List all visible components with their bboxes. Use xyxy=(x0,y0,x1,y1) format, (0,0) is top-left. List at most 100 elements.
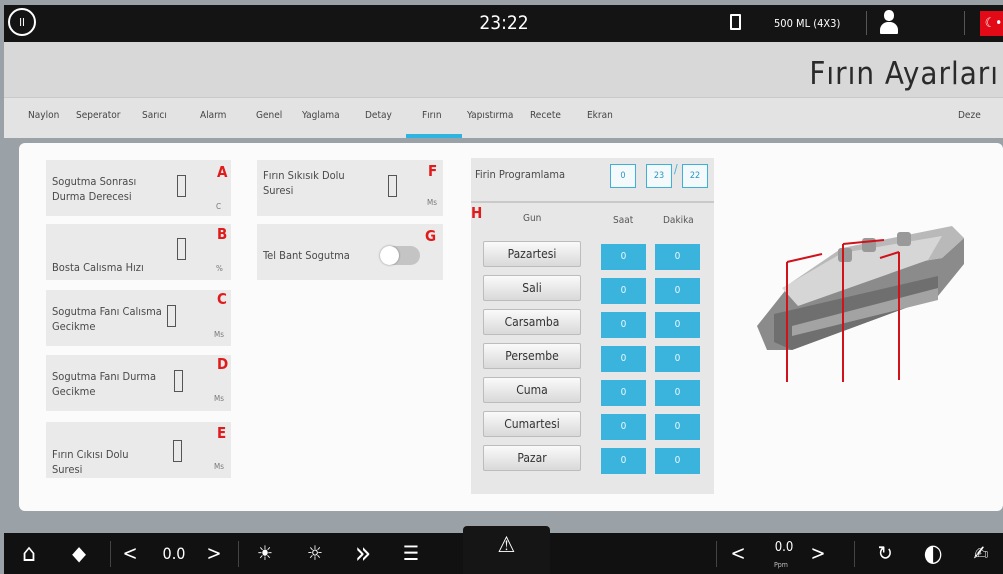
oven-illustration xyxy=(757,226,964,382)
menu-icon[interactable]: ☰ xyxy=(396,533,426,574)
callout-letter: F xyxy=(428,162,438,180)
prev-button[interactable]: < xyxy=(120,533,140,574)
value-input[interactable] xyxy=(174,370,183,392)
col-hour: Saat xyxy=(613,215,634,226)
turkey-flag-icon[interactable]: ☾• xyxy=(980,11,1003,36)
day-button-carsamba[interactable]: Carsamba xyxy=(483,309,581,335)
day-button-pazartesi[interactable]: Pazartesi xyxy=(483,241,581,267)
day-button-cuma[interactable]: Cuma xyxy=(483,377,581,403)
tab-naylon[interactable]: Naylon xyxy=(28,110,59,121)
light-off-icon[interactable]: ☼ xyxy=(300,533,330,574)
value-input[interactable] xyxy=(167,305,176,327)
product-label: 500 ML (4X3) xyxy=(774,17,841,30)
col-day: Gun xyxy=(523,213,542,224)
program-date-min[interactable]: 22 xyxy=(682,164,708,188)
day-button-sali[interactable]: Sali xyxy=(483,275,581,301)
setting-label: Sogutma Sonrası Durma Derecesi xyxy=(52,175,137,203)
callout-letter: C xyxy=(217,290,227,308)
tab-deze[interactable]: Deze xyxy=(958,110,981,121)
hour-input-sali[interactable]: 0 xyxy=(601,278,646,304)
light-on-icon[interactable]: ☀ xyxy=(250,533,280,574)
tab-yaglama[interactable]: Yaglama xyxy=(302,110,340,121)
divider xyxy=(110,541,111,567)
day-button-cumartesi[interactable]: Cumartesi xyxy=(483,411,581,437)
program-date-hour[interactable]: 23 xyxy=(646,164,672,188)
callout-letter: G xyxy=(425,227,437,245)
unit-label: % xyxy=(216,264,223,273)
page-header: Fırın Ayarları xyxy=(4,42,1003,98)
unit-label: Ms xyxy=(427,198,437,207)
setting-firin-cikisi: Fırın Cıkısı Dolu Suresi Ms E xyxy=(46,422,231,478)
minute-input-pazar[interactable]: 0 xyxy=(655,448,700,474)
hour-input-persembe[interactable]: 0 xyxy=(601,346,646,372)
tab-firin[interactable]: Fırın xyxy=(422,110,442,121)
setting-label: Fırın Cıkısı Dolu Suresi xyxy=(52,448,129,476)
setting-label: Bosta Calısma Hızı xyxy=(52,261,144,274)
value-input[interactable] xyxy=(177,238,186,260)
value-input[interactable] xyxy=(173,440,182,462)
tab-alarm[interactable]: Alarm xyxy=(200,110,226,121)
callout-letter: B xyxy=(217,225,228,243)
recipe-icon[interactable]: ✍ xyxy=(966,533,996,574)
program-date-day[interactable]: 0 xyxy=(610,164,636,188)
setting-label: Tel Bant Sogutma xyxy=(263,249,350,262)
minute-input-sali[interactable]: 0 xyxy=(655,278,700,304)
tab-detay[interactable]: Detay xyxy=(365,110,392,121)
fast-forward-icon[interactable]: » xyxy=(348,533,378,574)
day-button-pazar[interactable]: Pazar xyxy=(483,445,581,471)
clock: 23:22 xyxy=(479,12,529,34)
hour-input-cuma[interactable]: 0 xyxy=(601,380,646,406)
reset-icon[interactable]: ↻ xyxy=(870,533,900,574)
hour-input-pazartesi[interactable]: 0 xyxy=(601,244,646,270)
col-minute: Dakika xyxy=(663,215,694,226)
minute-input-cumartesi[interactable]: 0 xyxy=(655,414,700,440)
setting-sogutma-fani-calisma: Sogutma Fanı Calısma Gecikme Ms C xyxy=(46,290,231,346)
home-icon[interactable]: ⌂ xyxy=(14,533,44,574)
active-tab-indicator xyxy=(406,134,462,138)
top-bar: II 23:22 500 ML (4X3) ☾• xyxy=(4,5,1003,42)
power-restart-icon[interactable]: II xyxy=(8,8,36,36)
tel-bant-toggle[interactable] xyxy=(380,246,420,265)
tab-genel[interactable]: Genel xyxy=(256,110,282,121)
prev-button-right[interactable]: < xyxy=(728,533,748,574)
value-input[interactable] xyxy=(388,175,397,197)
hour-input-cumartesi[interactable]: 0 xyxy=(601,414,646,440)
date-separator: / xyxy=(674,162,678,176)
battery-icon xyxy=(730,14,741,30)
contrast-icon[interactable]: ◐ xyxy=(918,533,948,574)
divider xyxy=(471,201,714,203)
minute-input-carsamba[interactable]: 0 xyxy=(655,312,700,338)
setting-sogutma-sonrasi: Sogutma Sonrası Durma Derecesi C A xyxy=(46,160,231,216)
setting-label: Fırın Sıkısık Dolu Suresi xyxy=(263,169,345,197)
tab-ekran[interactable]: Ekran xyxy=(587,110,613,121)
cube-icon[interactable]: ◆ xyxy=(64,533,94,574)
divider xyxy=(964,11,965,35)
day-button-persembe[interactable]: Persembe xyxy=(483,343,581,369)
setting-label: Sogutma Fanı Calısma Gecikme xyxy=(52,305,162,333)
divider xyxy=(238,541,239,567)
user-icon[interactable] xyxy=(879,10,899,36)
setting-tel-bant: Tel Bant Sogutma G xyxy=(257,224,443,280)
tab-sarici[interactable]: Sarıcı xyxy=(142,110,167,121)
callout-letter: H xyxy=(471,204,483,222)
minute-input-cuma[interactable]: 0 xyxy=(655,380,700,406)
minute-input-persembe[interactable]: 0 xyxy=(655,346,700,372)
hour-input-pazar[interactable]: 0 xyxy=(601,448,646,474)
callout-letter: D xyxy=(217,355,229,373)
tab-seperator[interactable]: Seperator xyxy=(76,110,120,121)
tab-yapistirma[interactable]: Yapıstırma xyxy=(467,110,513,121)
unit-label: C xyxy=(216,202,222,211)
hour-input-carsamba[interactable]: 0 xyxy=(601,312,646,338)
tab-recete[interactable]: Recete xyxy=(530,110,561,121)
left-value: 0.0 xyxy=(162,544,186,563)
next-button-right[interactable]: > xyxy=(808,533,828,574)
divider xyxy=(866,11,867,35)
toggle-knob xyxy=(380,246,399,265)
setting-label: Sogutma Fanı Durma Gecikme xyxy=(52,370,157,398)
unit-label: Ms xyxy=(214,394,224,403)
warning-icon[interactable]: ⚠ xyxy=(463,526,550,574)
value-input[interactable] xyxy=(177,175,186,197)
setting-firin-sikisik: Fırın Sıkısık Dolu Suresi Ms F xyxy=(257,160,443,216)
next-button[interactable]: > xyxy=(204,533,224,574)
minute-input-pazartesi[interactable]: 0 xyxy=(655,244,700,270)
